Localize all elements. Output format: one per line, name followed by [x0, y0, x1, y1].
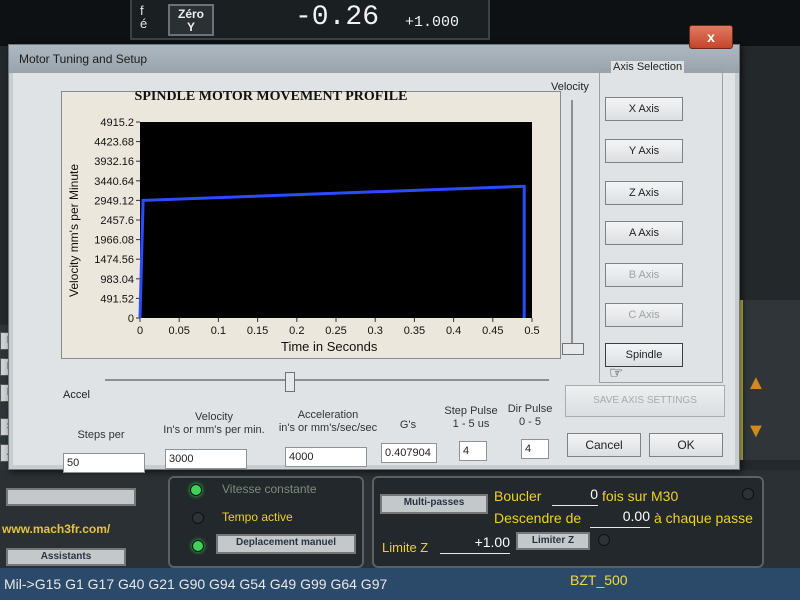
chart-title: SPINDLE MOTOR MOVEMENT PROFILE: [134, 89, 408, 104]
a-axis-button[interactable]: A Axis: [605, 221, 683, 245]
x-tick-label: 0.2: [289, 325, 304, 337]
boucler-input[interactable]: 0: [552, 486, 598, 506]
hand-cursor-icon: ☞: [609, 365, 624, 382]
x-tick-label: 0.35: [404, 325, 425, 337]
y-tick-label: 2949.12: [94, 195, 134, 207]
assistants-button[interactable]: Assistants: [6, 548, 126, 566]
assistants-upper-button[interactable]: [6, 488, 136, 506]
x-axis-button[interactable]: X Axis: [605, 97, 683, 121]
fois-sur-label: fois sur M30: [602, 488, 679, 504]
dialog-title: Motor Tuning and Setup: [19, 52, 148, 66]
website-link[interactable]: www.mach3fr.com/: [2, 522, 110, 536]
accel-slider-thumb[interactable]: [285, 372, 295, 392]
velocity-slider-track[interactable]: [571, 100, 573, 350]
bzt-label: BZT_500: [570, 572, 628, 588]
y-tick-label: 4915.2: [100, 117, 134, 129]
y-tick-label: 3440.64: [94, 176, 134, 188]
led-boucler: [742, 488, 754, 500]
y-tick-label: 3932.16: [94, 156, 134, 168]
x-tick-label: 0.4: [446, 325, 461, 337]
plot-area: [140, 122, 532, 318]
movement-profile-chart: 0 491.52 983.04 1474.56 1966.08 2457.6 2949.12…: [94, 117, 539, 337]
x-tick-label: 0: [137, 325, 143, 337]
axis-selection-label: Axis Selection: [611, 61, 685, 73]
led-limiter-z: [598, 534, 610, 546]
limiter-z-button[interactable]: Limiter Z: [516, 532, 590, 550]
dir-pulse-label: Dir Pulse 0 - 5: [507, 403, 553, 428]
dro-small-value: +1.000: [405, 14, 460, 31]
x-tick-label: 0.25: [325, 325, 346, 337]
c-axis-button[interactable]: C Axis: [605, 303, 683, 327]
steps-per-label: Steps per: [77, 429, 125, 441]
x-axis-label: Time in Seconds: [281, 339, 378, 354]
tempo-active-label: Tempo active: [222, 510, 293, 524]
x-tick-label: 0.05: [168, 325, 189, 337]
chart-panel: 0 491.52 983.04 1474.56 1966.08 2457.6 2949.12…: [61, 91, 561, 359]
vitesse-constante-label: Vitesse constante: [222, 482, 317, 496]
acceleration-label: Acceleration in's or mm's/sec/sec: [278, 409, 378, 434]
dir-pulse-input[interactable]: 4: [521, 439, 549, 459]
gcode-status-bar: Mil->G15 G1 G17 G40 G21 G90 G94 G54 G49 …: [0, 568, 800, 600]
y-tick-label: 0: [128, 313, 134, 325]
x-tick-label: 0.5: [524, 325, 539, 337]
x-tick-label: 0.15: [247, 325, 268, 337]
dro-value: -0.26: [295, 2, 380, 33]
y-axis-label: Velocity mm's per Minute: [67, 163, 81, 297]
step-pulse-label: Step Pulse 1 - 5 us: [444, 405, 498, 430]
y-tick-label: 2457.6: [100, 215, 134, 227]
motor-tuning-dialog: Motor Tuning and Setup x 0 491.52 983.04 14…: [8, 25, 740, 473]
velocity-slider-label: Velocity: [551, 81, 589, 93]
b-axis-button[interactable]: B Axis: [605, 263, 683, 287]
boucler-label: Boucler: [494, 488, 542, 504]
descendre-input[interactable]: 0.00: [590, 508, 650, 528]
led-vitesse: [190, 484, 202, 496]
steps-per-input[interactable]: 50: [63, 453, 145, 473]
y-tick-label: 983.04: [100, 274, 134, 286]
chaque-passe-label: à chaque passe: [654, 510, 753, 526]
velocity-slider-thumb[interactable]: [562, 343, 584, 355]
x-tick-label: 0.1: [211, 325, 226, 337]
limite-z-input[interactable]: +1.00: [440, 534, 510, 554]
velocity-param-label: Velocity In's or mm's per min.: [163, 411, 265, 436]
arrow-down-icon[interactable]: ▼: [746, 420, 766, 443]
fe-label: f é: [140, 3, 148, 31]
led-tempo: [192, 512, 204, 524]
y-tick-label: 491.52: [100, 293, 134, 305]
zero-y-button[interactable]: Zéro Y: [168, 4, 214, 36]
x-tick-label: 0.45: [482, 325, 503, 337]
ok-button[interactable]: OK: [649, 433, 723, 457]
y-tick-label: 1474.56: [94, 254, 134, 266]
deplacement-manuel-button[interactable]: Deplacement manuel: [216, 534, 356, 554]
step-pulse-input[interactable]: 4: [459, 441, 487, 461]
gs-label: G's: [399, 419, 417, 431]
arrow-up-icon[interactable]: ▲: [746, 372, 766, 395]
cancel-button[interactable]: Cancel: [567, 433, 641, 457]
accel-slider-track[interactable]: [105, 379, 549, 381]
acceleration-input[interactable]: 4000: [285, 447, 367, 467]
accel-slider-label: Accel: [63, 389, 90, 401]
y-axis-button[interactable]: Y Axis: [605, 139, 683, 163]
x-tick-label: 0.3: [368, 325, 383, 337]
velocity-input[interactable]: 3000: [165, 449, 247, 469]
limite-z-label: Limite Z: [382, 540, 429, 555]
close-icon[interactable]: x: [689, 25, 733, 49]
gs-value: 0.407904: [381, 443, 437, 463]
led-deplacement: [192, 540, 204, 552]
y-tick-label: 1966.08: [94, 235, 134, 247]
descendre-label: Descendre de: [494, 510, 582, 526]
save-axis-settings-button[interactable]: SAVE AXIS SETTINGS: [565, 385, 725, 417]
multi-passes-button[interactable]: Multi-passes: [380, 494, 488, 514]
y-tick-label: 4423.68: [94, 137, 134, 149]
z-axis-button[interactable]: Z Axis: [605, 181, 683, 205]
